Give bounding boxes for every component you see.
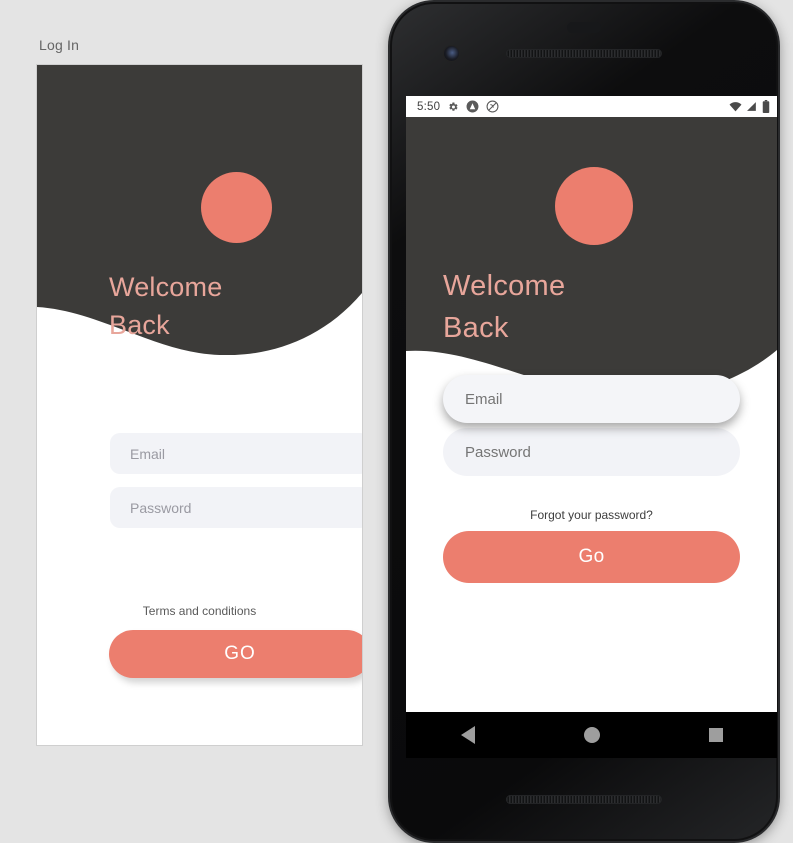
silent-badge-icon	[486, 100, 499, 113]
battery-icon	[762, 100, 770, 113]
wifi-icon	[729, 101, 742, 112]
phone-mockup: 5:50 Welcome Back Email Password Forgot …	[390, 2, 778, 841]
avatar	[201, 172, 272, 243]
phone-notch	[567, 22, 601, 33]
go-button-label: GO	[224, 643, 256, 664]
home-circle-icon[interactable]	[583, 727, 600, 743]
gear-icon	[447, 101, 459, 113]
welcome-line-1: Welcome	[443, 270, 566, 302]
status-bar-left: 5:50	[417, 100, 499, 113]
password-placeholder-text: Password	[130, 499, 192, 516]
password-input[interactable]	[443, 428, 740, 476]
login-screen: Welcome Back Forgot your password? Go	[406, 117, 777, 712]
preview-title: Log In	[39, 37, 80, 53]
welcome-heading: Welcome Back	[443, 265, 565, 349]
screenshot-stage: Log In Welcome Back Email Password Terms…	[0, 0, 793, 843]
status-bar: 5:50	[406, 96, 777, 117]
terms-and-conditions-link[interactable]: Terms and conditions	[37, 604, 362, 618]
status-bar-right	[729, 100, 770, 113]
welcome-line-1: Welcome	[109, 272, 223, 302]
go-button-label: Go	[578, 546, 605, 567]
back-triangle-icon[interactable]	[460, 726, 475, 744]
email-placeholder-text: Email	[130, 445, 166, 462]
earpiece-speaker	[506, 49, 662, 58]
email-input[interactable]	[443, 375, 740, 423]
welcome-line-2: Back	[109, 310, 170, 340]
email-input[interactable]: Email	[110, 433, 362, 474]
cell-signal-icon	[746, 101, 758, 112]
alert-badge-icon	[466, 100, 479, 113]
phone-screen: 5:50 Welcome Back Email Password Forgot …	[406, 96, 777, 712]
password-input[interactable]: Password	[110, 487, 362, 528]
go-button[interactable]: GO	[109, 630, 362, 678]
preview-card: Welcome Back Email Password Terms and co…	[36, 64, 363, 746]
status-time: 5:50	[417, 100, 441, 113]
front-camera-icon	[444, 46, 459, 61]
android-nav-bar	[406, 712, 777, 758]
welcome-line-2: Back	[443, 312, 509, 344]
forgot-password-link[interactable]: Forgot your password?	[406, 508, 777, 522]
go-button[interactable]: Go	[443, 531, 740, 583]
welcome-heading: Welcome Back	[109, 268, 222, 344]
avatar	[555, 167, 633, 245]
bottom-speaker	[506, 795, 662, 804]
recents-square-icon[interactable]	[708, 728, 723, 742]
